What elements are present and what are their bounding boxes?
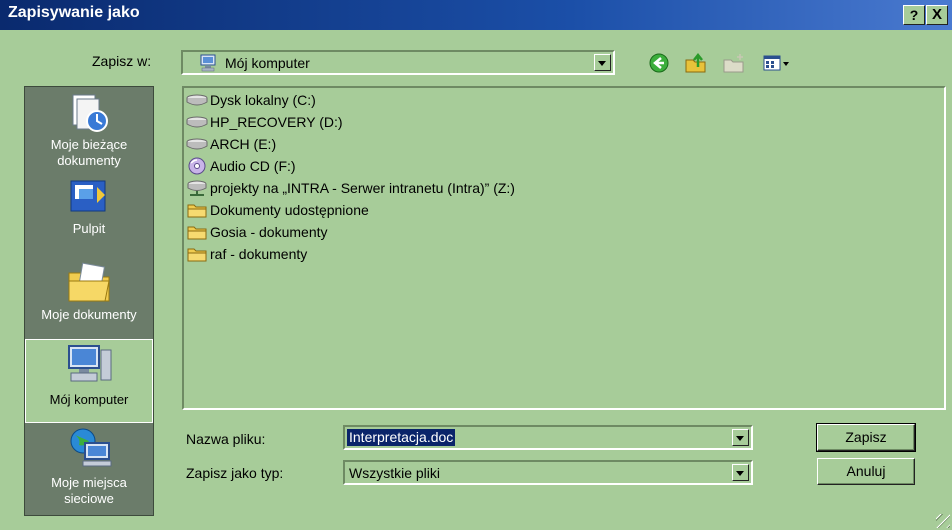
- save-in-dropdown[interactable]: Mój komputer: [181, 50, 615, 75]
- save-in-value: Mój komputer: [225, 55, 310, 71]
- list-item[interactable]: Dokumenty udostępnione: [186, 200, 369, 220]
- hard-drive-icon: [186, 91, 208, 109]
- save-button[interactable]: Zapisz: [816, 423, 916, 452]
- list-item[interactable]: Dysk lokalny (C:): [186, 90, 316, 110]
- list-item[interactable]: ARCH (E:): [186, 134, 276, 154]
- filetype-dropdown[interactable]: Wszystkie pliki: [343, 460, 753, 485]
- close-button[interactable]: X: [926, 5, 948, 25]
- list-item[interactable]: Audio CD (F:): [186, 156, 296, 176]
- list-item[interactable]: HP_RECOVERY (D:): [186, 112, 343, 132]
- folder-icon: [186, 245, 208, 263]
- my-documents-icon: [68, 262, 110, 302]
- resize-grip[interactable]: [936, 514, 950, 528]
- list-item[interactable]: raf - dokumenty: [186, 244, 307, 264]
- hard-drive-icon: [186, 135, 208, 153]
- place-my-computer[interactable]: Mój komputer: [25, 339, 153, 423]
- cd-drive-icon: [186, 157, 208, 175]
- list-item[interactable]: Gosia - dokumenty: [186, 222, 328, 242]
- place-label: Moje dokumenty: [41, 307, 137, 322]
- recent-documents-icon: [72, 94, 108, 132]
- file-name: Audio CD (F:): [210, 158, 296, 174]
- filetype-label: Zapisz jako typ:: [186, 465, 284, 481]
- new-folder-icon[interactable]: [722, 52, 746, 74]
- place-label: Moje miejsca sieciowe: [51, 475, 127, 506]
- list-item[interactable]: projekty na „INTRA - Serwer intranetu (I…: [186, 178, 515, 198]
- view-menu-icon[interactable]: [762, 52, 790, 74]
- folder-icon: [186, 223, 208, 241]
- chevron-down-icon[interactable]: [732, 429, 749, 446]
- help-button[interactable]: ?: [903, 5, 925, 25]
- chevron-down-icon[interactable]: [594, 54, 611, 71]
- file-name: Dysk lokalny (C:): [210, 92, 316, 108]
- filename-label: Nazwa pliku:: [186, 431, 266, 447]
- window-title: Zapisywanie jako: [8, 4, 140, 21]
- filetype-value: Wszystkie pliki: [349, 465, 441, 481]
- desktop-icon: [70, 180, 106, 212]
- place-recent-documents[interactable]: Moje bieżące dokumenty: [25, 91, 153, 169]
- file-name: ARCH (E:): [210, 136, 277, 152]
- file-name: Dokumenty udostępnione: [210, 202, 369, 218]
- place-label: Moje bieżące dokumenty: [50, 137, 128, 168]
- file-name: raf - dokumenty: [210, 246, 308, 262]
- places-bar: Moje bieżące dokumenty Pulpit Moje dokum…: [24, 86, 154, 516]
- place-label: Pulpit: [72, 221, 106, 236]
- back-icon[interactable]: [648, 52, 670, 74]
- title-bar[interactable]: Zapisywanie jako ? X: [0, 0, 952, 30]
- filename-value: Interpretacja.doc: [347, 429, 456, 446]
- network-places-icon: [70, 428, 112, 467]
- file-list[interactable]: Dysk lokalny (C:) HP_RECOVERY (D:) ARCH …: [182, 86, 946, 410]
- network-drive-icon: [186, 179, 208, 197]
- up-folder-icon[interactable]: [684, 52, 708, 74]
- place-my-documents[interactable]: Moje dokumenty: [25, 259, 153, 323]
- cancel-button[interactable]: Anuluj: [817, 458, 915, 485]
- save-in-label: Zapisz w:: [92, 53, 152, 69]
- file-name: Gosia - dokumenty: [210, 224, 328, 240]
- place-label: Mój komputer: [49, 392, 129, 407]
- chevron-down-icon[interactable]: [732, 464, 749, 481]
- file-name: HP_RECOVERY (D:): [210, 114, 343, 130]
- folder-icon: [186, 201, 208, 219]
- filename-field[interactable]: Interpretacja.doc: [343, 425, 753, 450]
- file-name: projekty na „INTRA - Serwer intranetu (I…: [210, 180, 515, 196]
- hard-drive-icon: [186, 113, 208, 131]
- place-desktop[interactable]: Pulpit: [25, 175, 153, 237]
- my-computer-small-icon: [199, 54, 219, 75]
- my-computer-icon: [68, 345, 112, 382]
- place-network-places[interactable]: Moje miejsca sieciowe: [25, 425, 153, 507]
